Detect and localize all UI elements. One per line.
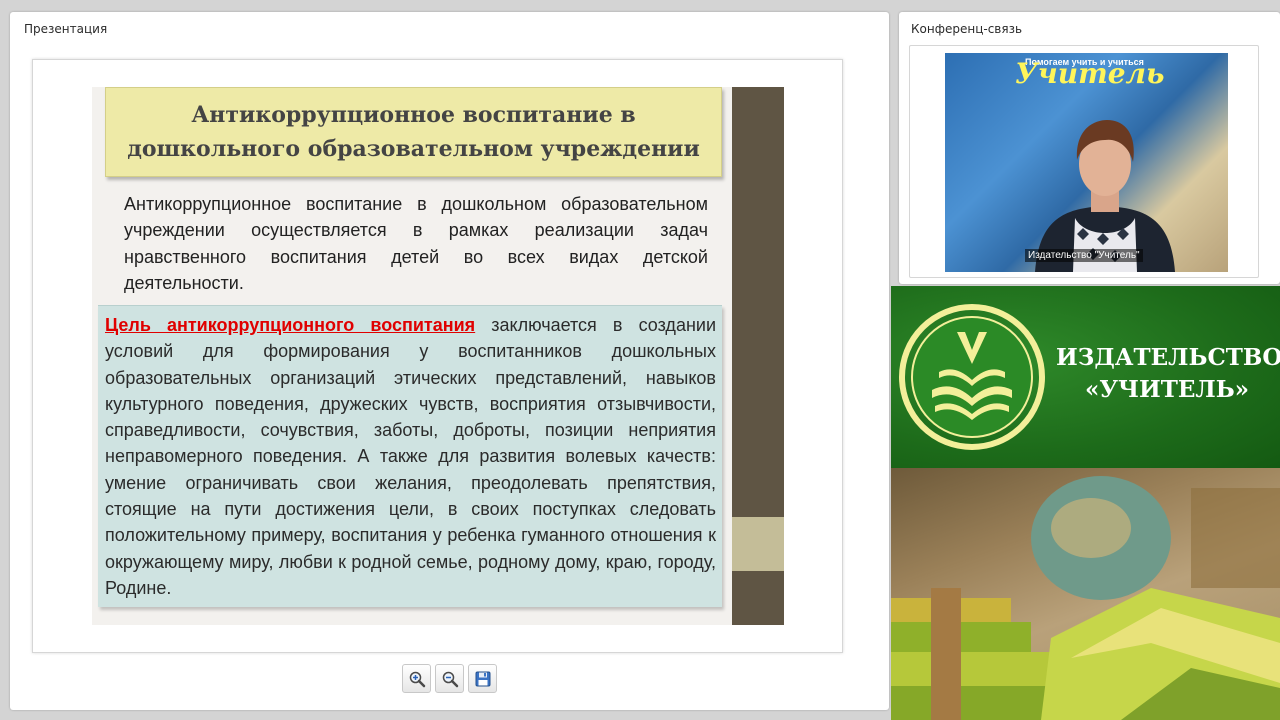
video-caption: Издательство "Учитель" xyxy=(1025,249,1143,262)
publisher-banner: ИЗДАТЕЛЬСТВО «УЧИТЕЛЬ» xyxy=(891,286,1280,468)
webcam-video[interactable]: Помогаем учить и учиться Учитель Издател… xyxy=(945,53,1228,272)
books-illustration xyxy=(891,476,1280,720)
presentation-toolbar xyxy=(402,664,498,694)
slide-intro-text: Антикоррупционное воспитание в дошкольно… xyxy=(124,194,708,293)
slide-side-accent xyxy=(732,517,784,571)
zoom-out-button[interactable] xyxy=(435,664,464,693)
save-icon xyxy=(475,671,490,686)
publisher-logo-icon xyxy=(899,304,1045,450)
conference-panel: Конференц-связь Помогаем учить и учиться… xyxy=(899,12,1280,284)
slide-viewer: Антикоррупционное воспитание в дошкольно… xyxy=(32,59,843,653)
publisher-name: ИЗДАТЕЛЬСТВО «УЧИТЕЛЬ» xyxy=(1056,342,1280,406)
slide-goal-box: Цель антикоррупционного воспитания заклю… xyxy=(98,305,722,607)
save-button[interactable] xyxy=(468,664,497,693)
speaker-figure xyxy=(1035,120,1175,272)
presentation-panel: Презентация Антикоррупционное воспитание… xyxy=(10,12,889,710)
zoom-in-button[interactable] xyxy=(402,664,431,693)
zoom-out-icon xyxy=(442,671,458,687)
slide: Антикоррупционное воспитание в дошкольно… xyxy=(92,87,784,625)
goal-highlight-text: Цель антикоррупционного воспитания xyxy=(105,315,476,335)
video-frame: Помогаем учить и учиться Учитель Издател… xyxy=(909,45,1259,278)
conference-panel-title: Конференц-связь xyxy=(911,22,1023,36)
zoom-in-icon xyxy=(409,671,425,687)
books-globe-image xyxy=(891,468,1280,720)
publisher-name-line2: «УЧИТЕЛЬ» xyxy=(1084,376,1250,403)
goal-body-text: заключается в создании условий для форми… xyxy=(105,315,716,598)
video-banner-brand: Учитель xyxy=(1015,57,1165,90)
presentation-panel-title: Презентация xyxy=(24,22,108,36)
publisher-name-line1: ИЗДАТЕЛЬСТВО xyxy=(1056,344,1280,371)
slide-title: Антикоррупционное воспитание в дошкольно… xyxy=(105,87,722,177)
